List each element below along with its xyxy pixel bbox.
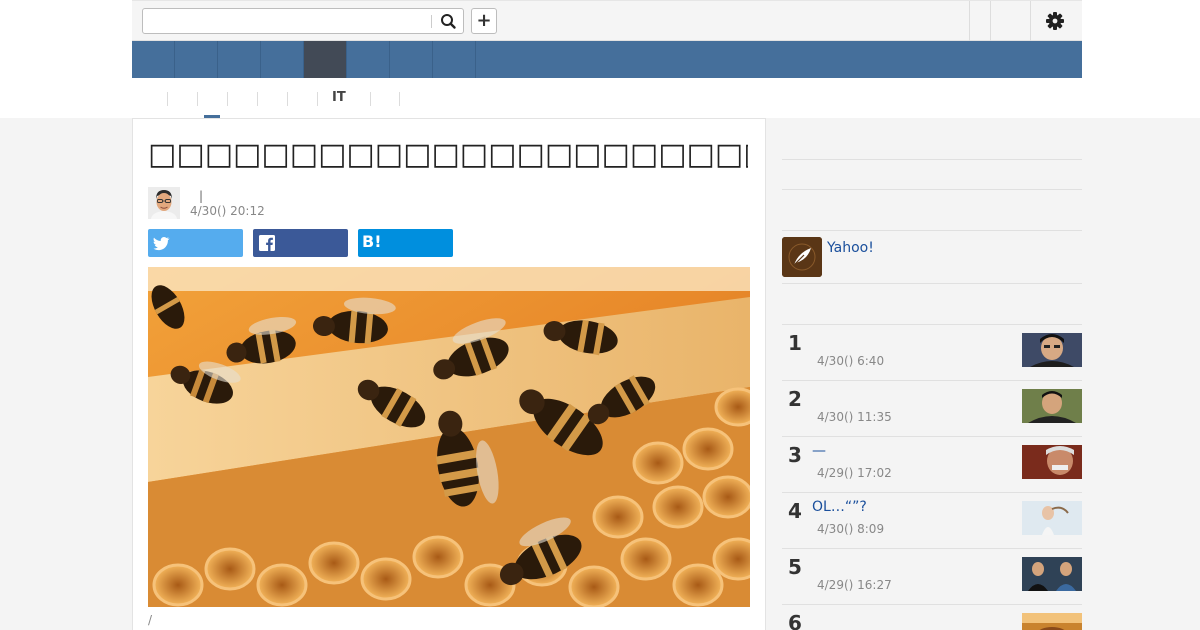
search-icon bbox=[441, 14, 456, 29]
author-photo bbox=[148, 187, 180, 219]
sidebar-divider bbox=[782, 189, 1082, 190]
ranking-item[interactable]: 6 bbox=[782, 604, 1082, 630]
masthead-divider bbox=[969, 1, 970, 41]
rank-date: 4/30() 6:40 bbox=[817, 354, 885, 368]
subnav-divider bbox=[257, 92, 258, 106]
rank-number: 2 bbox=[788, 387, 802, 411]
sidebar-divider bbox=[782, 283, 1082, 284]
rank-number: 3 bbox=[788, 443, 802, 467]
hatena-label: B! bbox=[362, 232, 382, 251]
rank-thumbnail[interactable] bbox=[1022, 333, 1082, 367]
twitter-share-button[interactable] bbox=[148, 229, 243, 257]
search-divider bbox=[431, 15, 432, 28]
sidebar: Yahoo! 1 4/30() 6:40 2 4/30() 11:35 3 — … bbox=[782, 118, 1082, 630]
rank-thumbnail[interactable] bbox=[1022, 613, 1082, 630]
rank-number: 4 bbox=[788, 499, 802, 523]
rank-title[interactable]: — bbox=[812, 443, 826, 459]
ranking-item[interactable]: 1 4/30() 6:40 bbox=[782, 324, 1082, 380]
news-thumbnail bbox=[1022, 501, 1082, 535]
rank-title[interactable]: OL…“”? bbox=[812, 499, 867, 515]
ranking-item[interactable]: 3 — 4/29() 17:02 bbox=[782, 436, 1082, 492]
facebook-icon bbox=[259, 235, 275, 251]
ranking-item[interactable]: 4 OL…“”? 4/30() 8:09 bbox=[782, 492, 1082, 548]
news-thumbnail bbox=[1022, 613, 1082, 630]
rank-date: 4/29() 16:27 bbox=[817, 578, 892, 592]
add-button[interactable]: + bbox=[471, 8, 497, 34]
yahoo-promo-link[interactable]: Yahoo! bbox=[827, 240, 874, 256]
article-hero-image bbox=[148, 267, 750, 607]
search-button[interactable] bbox=[435, 11, 461, 31]
main-nav bbox=[132, 41, 1082, 78]
news-thumbnail bbox=[1022, 389, 1082, 423]
rank-thumbnail[interactable] bbox=[1022, 389, 1082, 423]
ranking-item[interactable]: 5 4/29() 16:27 bbox=[782, 548, 1082, 604]
gear-icon bbox=[1046, 12, 1064, 30]
published-date: 4/30() 20:12 bbox=[190, 204, 265, 218]
settings-button[interactable] bbox=[1044, 10, 1066, 32]
rank-date: 4/29() 17:02 bbox=[817, 466, 892, 480]
masthead-divider bbox=[1030, 1, 1031, 41]
article-title: □□□□□□□□□□□□□□□□□□□□□□□□□□□□□□□□□□□□□ bbox=[148, 137, 748, 172]
nav-item[interactable] bbox=[261, 41, 304, 78]
author-separator: | bbox=[199, 189, 204, 203]
rank-thumbnail[interactable] bbox=[1022, 445, 1082, 479]
nav-item[interactable] bbox=[347, 41, 390, 78]
rank-thumbnail[interactable] bbox=[1022, 501, 1082, 535]
honeybee-photo bbox=[148, 267, 750, 607]
masthead-divider bbox=[990, 1, 991, 41]
search-box bbox=[142, 8, 464, 34]
rank-number: 1 bbox=[788, 331, 802, 355]
twitter-icon bbox=[153, 237, 170, 251]
rank-thumbnail[interactable] bbox=[1022, 557, 1082, 591]
sidebar-divider bbox=[782, 230, 1082, 231]
subnav-divider bbox=[287, 92, 288, 106]
subnav-divider bbox=[399, 92, 400, 106]
image-caption: / bbox=[148, 613, 153, 627]
ranking-item[interactable]: 2 4/30() 11:35 bbox=[782, 380, 1082, 436]
sidebar-divider bbox=[782, 159, 1082, 160]
feather-icon bbox=[782, 237, 822, 277]
subnav-divider bbox=[167, 92, 168, 106]
nav-item[interactable] bbox=[218, 41, 261, 78]
subnav-item-it[interactable]: IT bbox=[332, 90, 346, 108]
subnav-divider bbox=[317, 92, 318, 106]
article: □□□□□□□□□□□□□□□□□□□□□□□□□□□□□□□□□□□□□ | … bbox=[132, 118, 766, 630]
facebook-share-button[interactable] bbox=[253, 229, 348, 257]
subnav-divider bbox=[197, 92, 198, 106]
masthead: + bbox=[132, 0, 1082, 41]
nav-item[interactable] bbox=[132, 41, 175, 78]
hatena-bookmark-button[interactable]: B! bbox=[358, 229, 453, 257]
subnav-divider bbox=[370, 92, 371, 106]
yahoo-promo-icon[interactable] bbox=[782, 237, 822, 277]
author-avatar[interactable] bbox=[148, 187, 180, 219]
nav-item[interactable] bbox=[433, 41, 476, 78]
subnav-divider bbox=[227, 92, 228, 106]
news-thumbnail bbox=[1022, 333, 1082, 367]
rank-date: 4/30() 11:35 bbox=[817, 410, 892, 424]
nav-item[interactable] bbox=[390, 41, 433, 78]
rank-date: 4/30() 8:09 bbox=[817, 522, 885, 536]
nav-item-active[interactable] bbox=[304, 41, 347, 78]
news-thumbnail bbox=[1022, 557, 1082, 591]
nav-item[interactable] bbox=[175, 41, 218, 78]
news-thumbnail bbox=[1022, 445, 1082, 479]
rank-number: 5 bbox=[788, 555, 802, 579]
rank-number: 6 bbox=[788, 611, 802, 630]
search-input[interactable] bbox=[147, 12, 427, 30]
